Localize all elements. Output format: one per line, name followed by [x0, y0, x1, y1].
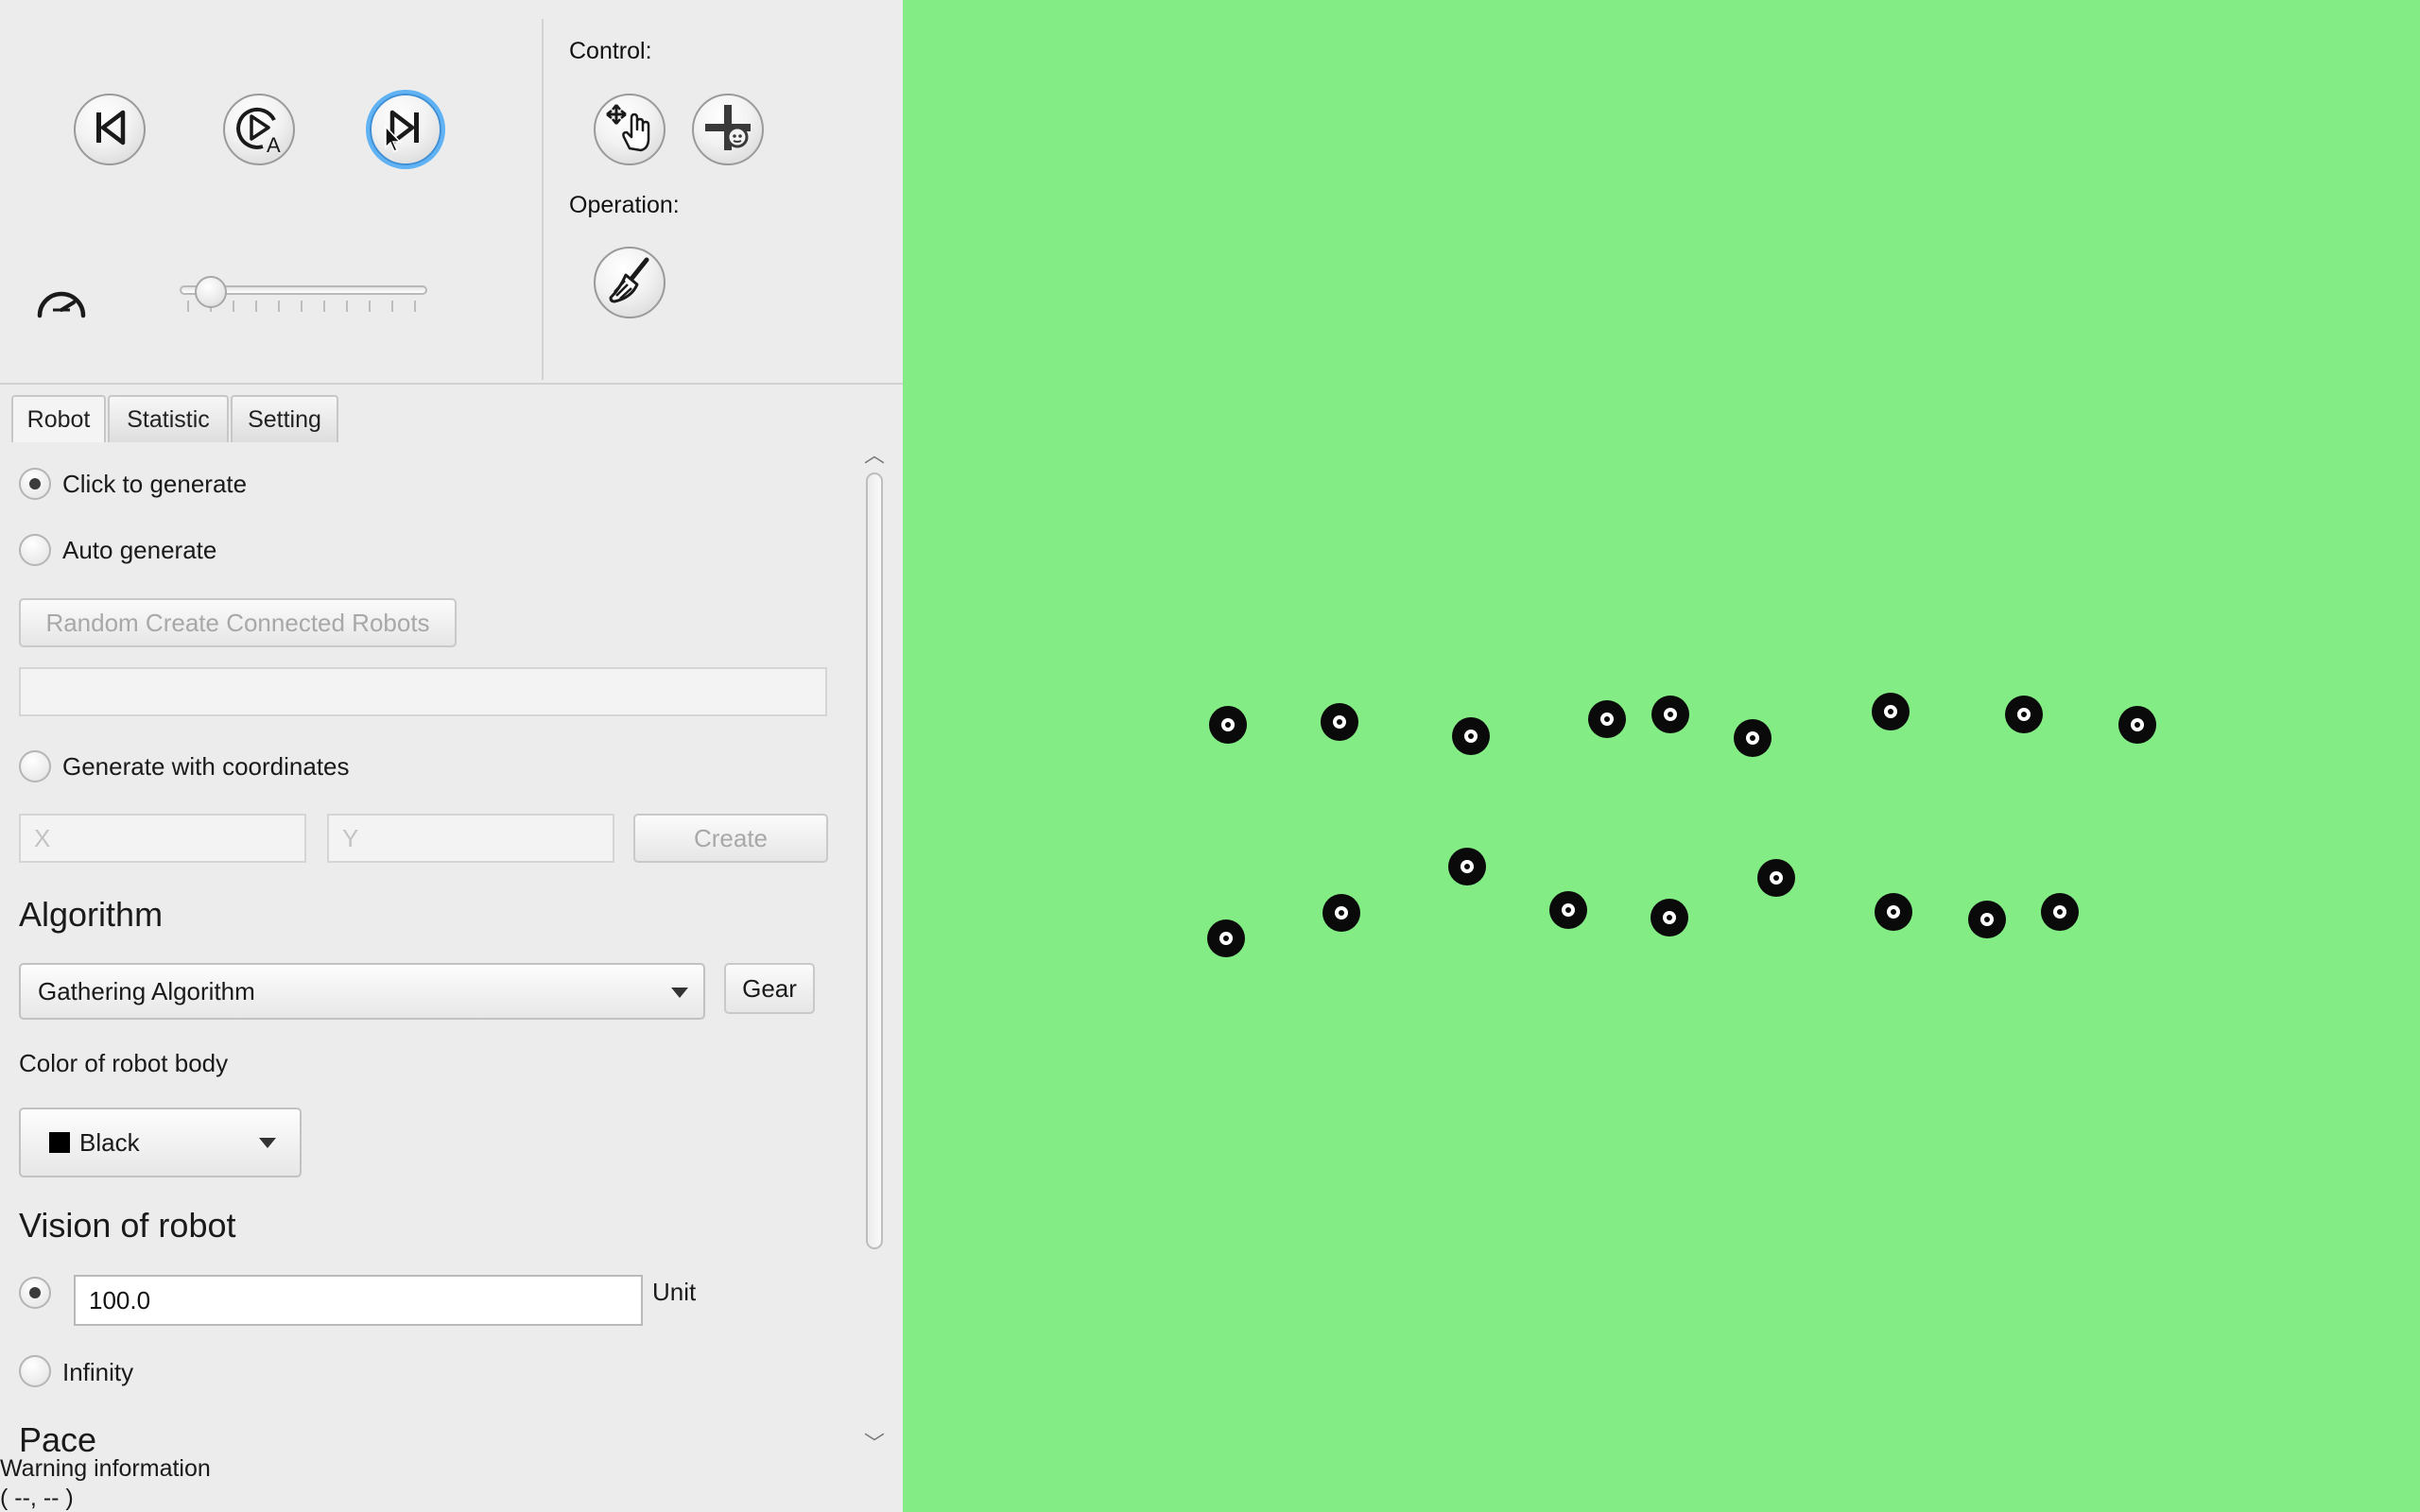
robot[interactable]: [1322, 894, 1360, 932]
toolbar-divider: [542, 19, 544, 380]
robot[interactable]: [2005, 696, 2043, 733]
robot[interactable]: [1651, 899, 1688, 936]
mouse-cursor-icon: [384, 125, 403, 158]
tab-setting[interactable]: Setting: [231, 395, 338, 442]
panel-scrollbar[interactable]: ︿ ﹀: [862, 443, 889, 1457]
cursor-coordinates: ( --, -- ): [0, 1485, 74, 1511]
vision-value-radio[interactable]: [19, 1277, 51, 1309]
clear-button[interactable]: [594, 247, 666, 318]
robot[interactable]: [1651, 696, 1689, 733]
algorithm-select[interactable]: Gathering Algorithm: [19, 963, 705, 1020]
simulation-canvas[interactable]: [903, 0, 2420, 1512]
infinity-label: Infinity: [62, 1358, 134, 1386]
skip-back-icon: [89, 107, 130, 153]
robot[interactable]: [1875, 893, 1912, 931]
add-robot-icon: [700, 99, 756, 161]
step-forward-button[interactable]: [370, 94, 441, 165]
y-coordinate-field[interactable]: Y: [327, 814, 614, 863]
robot[interactable]: [1209, 706, 1247, 744]
robot[interactable]: [1452, 717, 1490, 755]
random-create-button[interactable]: Random Create Connected Robots: [19, 598, 457, 647]
infinity-radio[interactable]: [19, 1355, 51, 1387]
warning-information: Warning information: [0, 1455, 211, 1482]
click-to-generate-radio[interactable]: [19, 468, 51, 500]
broom-icon: [603, 254, 656, 312]
color-label: Color of robot body: [19, 1049, 229, 1077]
auto-generate-label: Auto generate: [62, 536, 217, 564]
robot[interactable]: [1872, 693, 1910, 730]
scroll-down-icon[interactable]: ﹀: [864, 1427, 885, 1457]
robot[interactable]: [1757, 859, 1795, 897]
generate-coords-label: Generate with coordinates: [62, 752, 350, 781]
generate-coords-radio[interactable]: [19, 750, 51, 782]
color-swatch: [49, 1132, 70, 1153]
speedometer-icon: [32, 278, 91, 330]
robot[interactable]: [2118, 706, 2156, 744]
gear-button[interactable]: Gear: [724, 963, 815, 1014]
svg-text:A: A: [267, 133, 281, 156]
drag-mode-button[interactable]: [594, 94, 666, 165]
add-robot-button[interactable]: [692, 94, 764, 165]
chevron-down-icon: [671, 988, 688, 998]
x-coordinate-field[interactable]: X: [19, 814, 306, 863]
left-panel: A Control: Operation: Robot Statistic Se…: [0, 0, 903, 1512]
speed-slider-thumb[interactable]: [195, 276, 227, 308]
auto-play-icon: A: [231, 99, 287, 161]
robot[interactable]: [1734, 719, 1772, 757]
auto-play-button[interactable]: A: [223, 94, 295, 165]
robot[interactable]: [2041, 893, 2079, 931]
rewind-button[interactable]: [74, 94, 146, 165]
random-count-field[interactable]: [19, 667, 827, 716]
auto-generate-radio[interactable]: [19, 534, 51, 566]
pace-heading: Pace: [19, 1420, 97, 1459]
robot[interactable]: [1968, 901, 2006, 938]
robot[interactable]: [1448, 848, 1486, 885]
create-button[interactable]: Create: [633, 814, 828, 863]
color-select[interactable]: Black: [19, 1108, 302, 1177]
robot[interactable]: [1321, 703, 1358, 741]
vision-heading: Vision of robot: [19, 1206, 236, 1245]
scroll-up-icon[interactable]: ︿: [864, 438, 885, 469]
robot[interactable]: [1549, 891, 1587, 929]
robot[interactable]: [1207, 919, 1245, 957]
toolbar: A Control: Operation:: [0, 0, 903, 385]
drag-hand-icon: [603, 101, 656, 159]
color-select-value: Black: [79, 1127, 140, 1157]
tab-statistic[interactable]: Statistic: [108, 395, 229, 442]
operation-label: Operation:: [569, 192, 680, 218]
algorithm-heading: Algorithm: [19, 895, 164, 934]
chevron-down-icon: [259, 1138, 276, 1148]
tab-robot[interactable]: Robot: [11, 395, 106, 442]
vision-value-field[interactable]: 100.0: [74, 1275, 643, 1326]
vision-unit-label: Unit: [652, 1278, 697, 1306]
click-to-generate-label: Click to generate: [62, 470, 248, 498]
scroll-thumb[interactable]: [866, 472, 883, 1249]
control-label: Control:: [569, 38, 652, 64]
algorithm-select-value: Gathering Algorithm: [38, 976, 255, 1005]
robot[interactable]: [1588, 700, 1626, 738]
